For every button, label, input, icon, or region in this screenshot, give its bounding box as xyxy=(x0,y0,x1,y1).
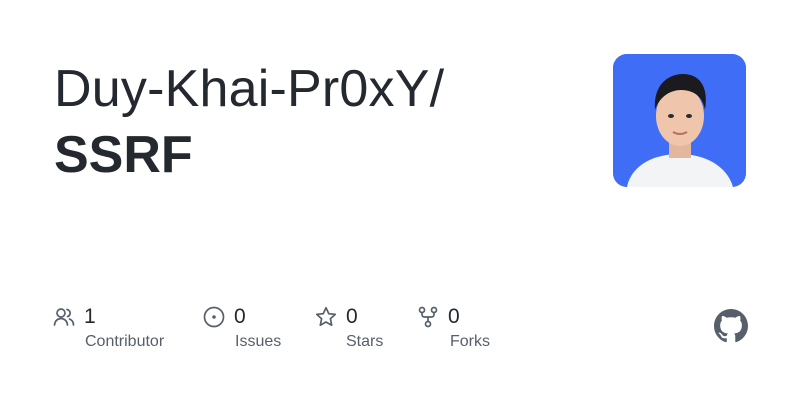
forks-label: Forks xyxy=(450,333,490,350)
star-icon xyxy=(314,305,338,329)
github-logo-icon[interactable] xyxy=(714,309,748,343)
people-icon xyxy=(52,305,76,329)
avatar xyxy=(613,54,746,187)
issues-count: 0 xyxy=(234,305,246,328)
stat-stars[interactable]: 0 Stars xyxy=(314,302,383,350)
repo-name[interactable]: SSRF xyxy=(54,124,193,186)
repo-owner[interactable]: Duy-Khai-Pr0xY/ xyxy=(54,58,444,120)
forks-count: 0 xyxy=(448,305,460,328)
stat-issues[interactable]: 0 Issues xyxy=(202,302,281,350)
contributors-count: 1 xyxy=(84,305,96,328)
fork-icon xyxy=(416,305,440,329)
stat-forks[interactable]: 0 Forks xyxy=(416,302,490,350)
avatar-image xyxy=(613,54,746,187)
issues-label: Issues xyxy=(235,333,282,350)
issue-icon xyxy=(202,305,226,329)
stars-label: Stars xyxy=(346,333,384,350)
contributors-label: Contributor xyxy=(85,333,165,350)
stat-contributors[interactable]: 1 Contributor xyxy=(52,302,164,350)
stars-count: 0 xyxy=(346,305,358,328)
